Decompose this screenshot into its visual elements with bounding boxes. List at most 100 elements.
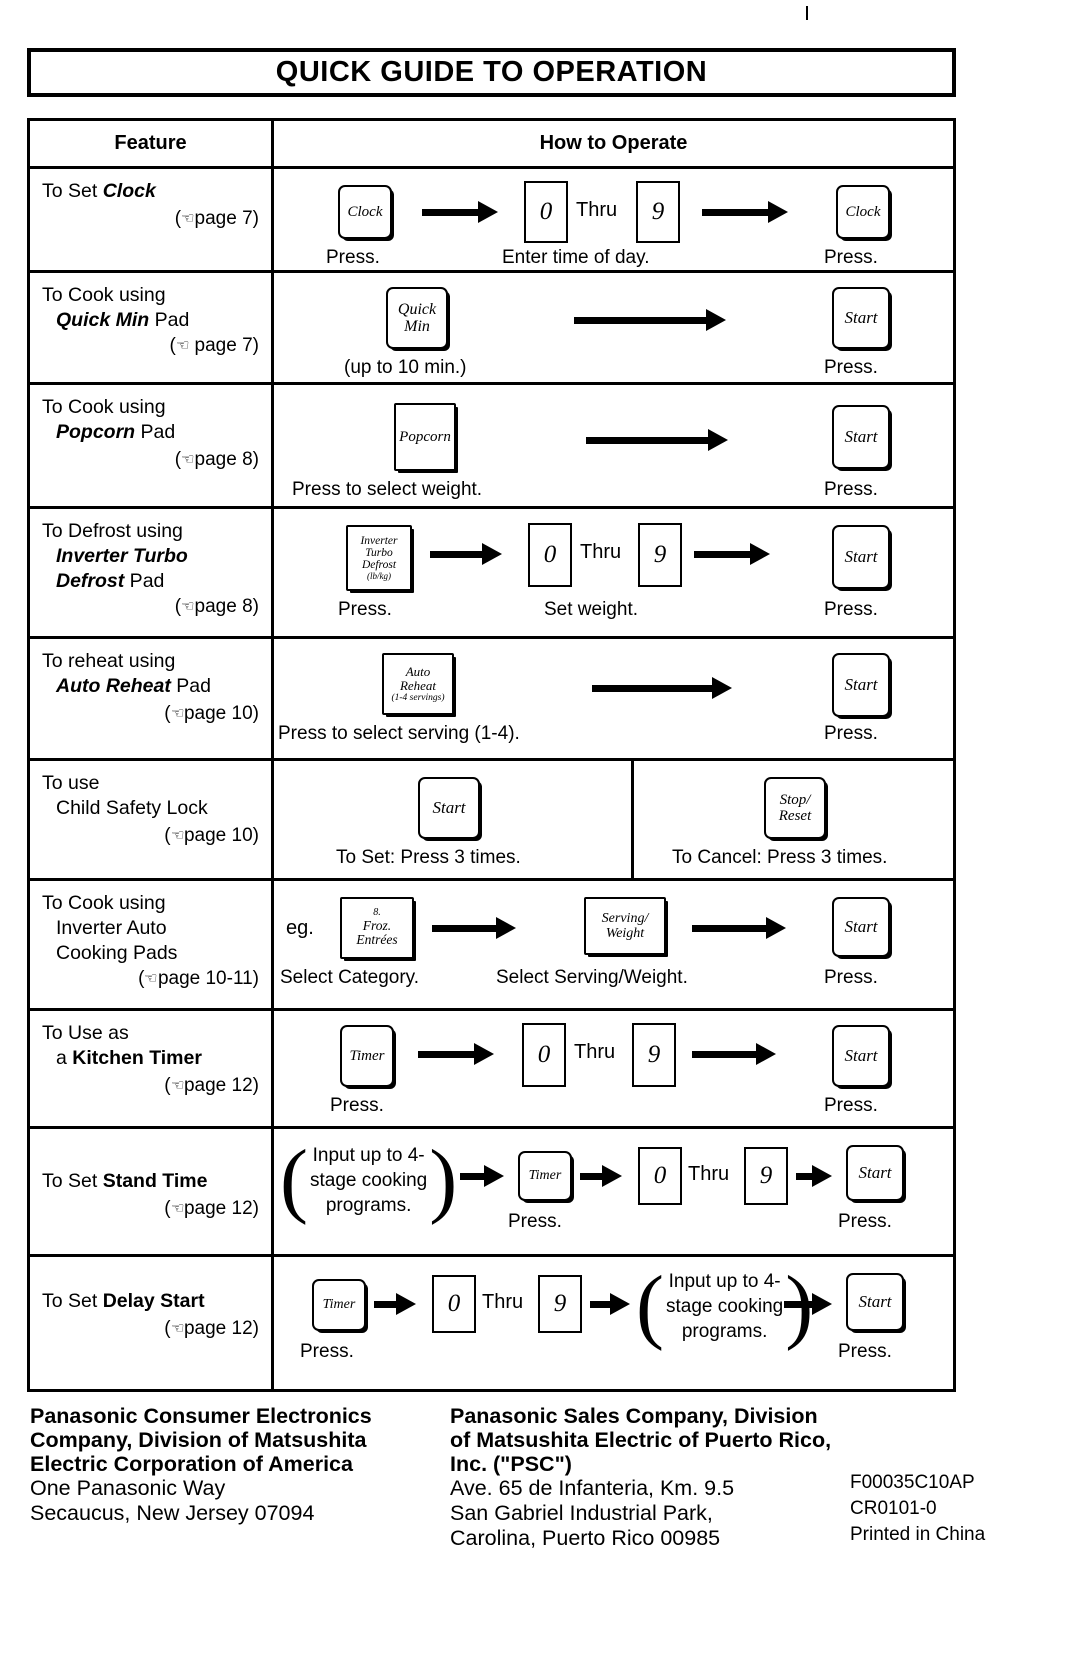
document-footer: Panasonic Consumer Electronics Company, … <box>30 1404 1060 1551</box>
digit-to[interactable]: 9 <box>744 1147 788 1205</box>
step-caption: Set weight. <box>544 599 638 620</box>
page-reference: (☞ page 7) <box>169 335 259 356</box>
steps-cell: Start To Set: Press 3 times. Stop/ Reset… <box>274 761 953 878</box>
feature-title: To Defrost using <box>42 520 183 542</box>
feature-cell: To Use as a Kitchen Timer (☞page 12) <box>30 1011 274 1126</box>
digit-to[interactable]: 9 <box>638 523 682 587</box>
arrow-icon <box>692 1043 776 1065</box>
pad-start[interactable]: Start <box>832 287 890 349</box>
steps-cell: Auto Reheat (1-4 servings) Press to sele… <box>274 639 953 758</box>
steps-cell: Clock Press. 0 Thru 9 Enter time of day.… <box>274 169 953 270</box>
feature-subtitle: a Kitchen Timer <box>56 1047 202 1069</box>
page-reference: (☞page 8) <box>174 449 259 470</box>
digit-from[interactable]: 0 <box>432 1275 476 1333</box>
footer-address-line: One Panasonic Way <box>30 1476 226 1500</box>
footer-column-puerto-rico: Panasonic Sales Company, Division of Mat… <box>450 1404 850 1551</box>
pad-inverter-turbo-defrost[interactable]: Inverter Turbo Defrost (lb/kg) <box>346 525 412 591</box>
paren-close: ) <box>429 1133 458 1227</box>
pad-serving-weight[interactable]: Serving/ Weight <box>584 897 666 955</box>
pad-start[interactable]: Start <box>846 1273 904 1331</box>
pad-start-lock[interactable]: Start <box>418 777 480 839</box>
printed-in-label: Printed in China <box>850 1524 986 1545</box>
step-caption: Press. <box>838 1211 892 1232</box>
arrow-icon <box>574 309 726 331</box>
steps-cell: eg. 8. Froz. Entrées Select Category. Se… <box>274 881 953 1008</box>
pad-stop-reset[interactable]: Stop/ Reset <box>764 777 826 839</box>
pad-clock-confirm[interactable]: Clock <box>836 185 890 239</box>
document-title-box: QUICK GUIDE TO OPERATION <box>27 48 956 97</box>
pad-clock[interactable]: Clock <box>338 185 392 239</box>
arrow-icon <box>784 1293 832 1315</box>
digit-from[interactable]: 0 <box>638 1147 682 1205</box>
feature-cell: To Cook using Quick Min Pad (☞ page 7) <box>30 273 274 382</box>
footer-column-codes: F00035C10AP CR0101-0 Printed in China <box>850 1404 1050 1551</box>
feature-cell: To reheat using Auto Reheat Pad (☞page 1… <box>30 639 274 758</box>
feature-title: To use <box>42 772 100 794</box>
feature-title: To Set Clock <box>42 180 156 202</box>
digit-from[interactable]: 0 <box>528 523 572 587</box>
cell-divider <box>631 761 634 878</box>
digit-from[interactable]: 0 <box>524 181 568 243</box>
page-reference: (☞page 7) <box>174 208 259 229</box>
digit-to[interactable]: 9 <box>538 1275 582 1333</box>
pad-popcorn[interactable]: Popcorn <box>394 403 456 471</box>
pad-froz-entrees[interactable]: 8. Froz. Entrées <box>340 897 414 959</box>
pointing-hand-icon: ☞ <box>181 451 195 468</box>
arrow-icon <box>374 1293 416 1315</box>
pad-start[interactable]: Start <box>832 525 890 589</box>
footer-address-line: Secaucus, New Jersey 07094 <box>30 1501 315 1525</box>
pad-start[interactable]: Start <box>832 405 890 469</box>
pad-start[interactable]: Start <box>846 1145 904 1201</box>
feature-subtitle: Auto Reheat Pad <box>56 675 211 697</box>
digit-to[interactable]: 9 <box>632 1023 676 1087</box>
table-row-popcorn: To Cook using Popcorn Pad (☞page 8) Popc… <box>30 385 953 509</box>
pad-auto-reheat[interactable]: Auto Reheat (1-4 servings) <box>382 653 454 715</box>
paren-open: ( <box>280 1133 308 1227</box>
step-caption: Press to select weight. <box>292 479 483 500</box>
pad-timer[interactable]: Timer <box>518 1151 572 1201</box>
feature-cell: To Defrost using Inverter Turbo Defrost … <box>30 509 274 636</box>
footer-company-line: of Matsushita Electric of Puerto Rico, <box>450 1428 832 1452</box>
pad-start[interactable]: Start <box>832 653 890 717</box>
pad-timer[interactable]: Timer <box>312 1279 366 1331</box>
feature-cell: To Cook using Inverter Auto Cooking Pads… <box>30 881 274 1008</box>
pad-timer[interactable]: Timer <box>340 1025 394 1087</box>
pointing-hand-icon: ☞ <box>175 337 190 354</box>
step-caption: Enter time of day. <box>502 247 650 268</box>
thru-label: Thru <box>576 199 618 221</box>
feature-title: To Cook using <box>42 892 166 914</box>
digit-from[interactable]: 0 <box>522 1023 566 1087</box>
feature-subtitle: Quick Min Pad <box>56 309 190 331</box>
footer-company-line: Company, Division of Matsushita <box>30 1428 367 1452</box>
thru-label: Thru <box>574 1041 616 1063</box>
column-header-how-to-operate: How to Operate <box>539 132 688 154</box>
arrow-icon <box>418 1043 494 1065</box>
column-header-feature: Feature <box>30 121 274 166</box>
pointing-hand-icon: ☞ <box>181 210 195 227</box>
step-caption: Press. <box>338 599 392 620</box>
arrow-icon <box>796 1165 832 1187</box>
arrow-icon <box>430 543 502 565</box>
feature-title: To Use as <box>42 1022 129 1044</box>
table-row-auto-reheat: To reheat using Auto Reheat Pad (☞page 1… <box>30 639 953 761</box>
thru-label: Thru <box>580 541 622 563</box>
pad-start[interactable]: Start <box>832 1025 890 1087</box>
step-caption: Press. <box>300 1341 354 1362</box>
pointing-hand-icon: ☞ <box>170 1200 184 1217</box>
arrow-icon <box>586 429 728 451</box>
pad-start[interactable]: Start <box>832 897 890 957</box>
step-caption: Select Serving/Weight. <box>496 967 688 988</box>
feature-subtitle: Inverter Auto <box>56 917 167 939</box>
pad-quick-min[interactable]: Quick Min <box>386 287 448 349</box>
quick-guide-table: Feature How to Operate To Set Clock (☞pa… <box>27 118 956 1392</box>
step-caption: Press. <box>508 1211 562 1232</box>
table-row-kitchen-timer: To Use as a Kitchen Timer (☞page 12) Tim… <box>30 1011 953 1129</box>
steps-cell: Inverter Turbo Defrost (lb/kg) Press. 0 … <box>274 509 953 636</box>
page-reference: (☞page 10) <box>164 703 259 724</box>
digit-to[interactable]: 9 <box>636 181 680 243</box>
feature-title: To reheat using <box>42 650 176 672</box>
footer-address-line: Ave. 65 de Infanteria, Km. 9.5 <box>450 1476 735 1500</box>
table-row-delay-start: To Set Delay Start (☞page 12) Timer Pres… <box>30 1257 953 1389</box>
page-title: QUICK GUIDE TO OPERATION <box>275 56 708 88</box>
table-row-defrost: To Defrost using Inverter Turbo Defrost … <box>30 509 953 639</box>
